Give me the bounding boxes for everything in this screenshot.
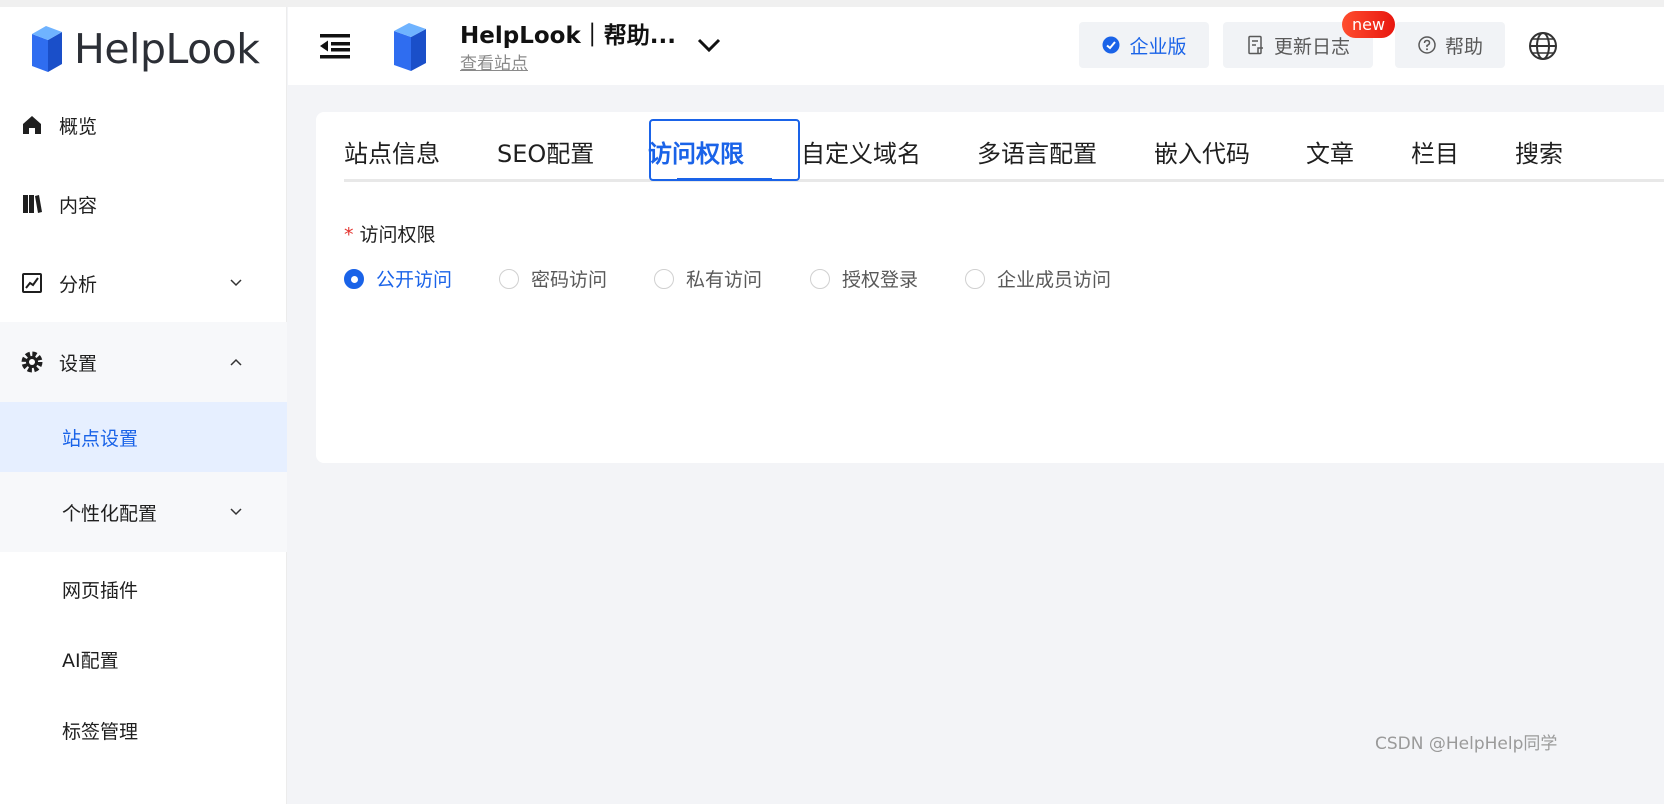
- sidebar-subitem-label: AI配置: [62, 649, 119, 672]
- sidebar-subitem-personalization[interactable]: 个性化配置: [0, 472, 287, 552]
- sidebar-subitem-label: 站点设置: [62, 427, 139, 450]
- sidebar-item-analytics[interactable]: 分析: [0, 263, 287, 303]
- sidebar-item-overview[interactable]: 概览: [0, 105, 287, 145]
- sidebar-item-label: 概览: [59, 115, 98, 138]
- active-tab-indicator: [677, 178, 772, 181]
- sidebar-subitem-ai-config[interactable]: AI配置: [0, 639, 287, 679]
- site-title: HelpLook｜帮助...: [460, 23, 676, 49]
- radio-label: 公开访问: [376, 269, 453, 291]
- enterprise-edition-button[interactable]: 企业版: [1079, 22, 1209, 68]
- radio-dot: [499, 268, 519, 289]
- radio-dot: [654, 268, 674, 289]
- radio-label: 企业成员访问: [997, 269, 1112, 291]
- top-header: HelpLook｜帮助... 查看站点 企业版 更新日志 new 帮助: [288, 7, 1664, 85]
- site-switch-chevron-icon[interactable]: [696, 35, 722, 55]
- sidebar-item-content[interactable]: 内容: [0, 184, 287, 224]
- document-icon: [1246, 35, 1266, 55]
- home-icon: [20, 113, 44, 137]
- tab-search[interactable]: 搜索: [1515, 134, 1563, 169]
- helplook-logo-icon: [32, 26, 62, 72]
- radio-dot: [965, 268, 985, 289]
- tab-columns[interactable]: 栏目: [1411, 134, 1459, 169]
- question-circle-icon: [1417, 35, 1437, 55]
- tab-articles[interactable]: 文章: [1306, 134, 1354, 169]
- book-icon: [20, 192, 44, 216]
- tab-access-permission[interactable]: 访问权限: [648, 134, 744, 169]
- radio-dot: [344, 268, 364, 289]
- brand-name: HelpLook: [74, 25, 260, 73]
- new-badge: new: [1342, 11, 1396, 38]
- help-button[interactable]: 帮助: [1395, 22, 1505, 68]
- chevron-down-icon: [230, 279, 242, 287]
- access-permission-label-text: 访问权限: [359, 224, 436, 246]
- gear-icon: [20, 350, 44, 374]
- tab-custom-domain[interactable]: 自定义域名: [801, 134, 921, 169]
- chevron-down-icon: [230, 508, 242, 516]
- radio-dot: [810, 268, 830, 289]
- sidebar-subitem-label: 标签管理: [62, 720, 139, 743]
- watermark: CSDN @HelpHelp同学: [1375, 734, 1558, 754]
- changelog-label: 更新日志: [1273, 35, 1350, 58]
- radio-public-access[interactable]: 公开访问: [344, 265, 452, 292]
- required-mark: *: [344, 224, 354, 246]
- chevron-up-icon: [230, 358, 242, 366]
- sidebar: HelpLook 概览 内容 分析 设置 站点设置 个性化配置 网页插件 AI配…: [0, 7, 287, 804]
- globe-icon[interactable]: [1528, 31, 1558, 61]
- radio-enterprise-member-access[interactable]: 企业成员访问: [965, 265, 1111, 292]
- sidebar-item-label: 分析: [59, 273, 98, 296]
- tab-seo[interactable]: SEO配置: [497, 134, 594, 169]
- sidebar-subitem-site-settings[interactable]: 站点设置: [0, 402, 287, 472]
- radio-private-access[interactable]: 私有访问: [654, 265, 762, 292]
- settings-card: 站点信息 SEO配置 访问权限 自定义域名 多语言配置 嵌入代码 文章 栏目 搜…: [316, 112, 1664, 463]
- sidebar-subitem-tag-management[interactable]: 标签管理: [0, 710, 287, 750]
- tab-site-info[interactable]: 站点信息: [344, 134, 440, 169]
- settings-tabs: 站点信息 SEO配置 访问权限 自定义域名 多语言配置 嵌入代码 文章 栏目 搜…: [344, 112, 1664, 182]
- access-permission-label: * 访问权限: [344, 220, 436, 247]
- radio-label: 私有访问: [686, 269, 763, 291]
- sidebar-subitem-label: 网页插件: [62, 579, 139, 602]
- sidebar-item-label: 内容: [59, 194, 98, 217]
- site-logo-icon: [394, 23, 426, 71]
- tab-embed-code[interactable]: 嵌入代码: [1154, 134, 1250, 169]
- radio-label: 密码访问: [531, 269, 608, 291]
- sidebar-subitem-web-plugin[interactable]: 网页插件: [0, 569, 287, 609]
- help-label: 帮助: [1444, 35, 1483, 58]
- sidebar-item-label: 设置: [59, 352, 98, 375]
- tab-multilanguage[interactable]: 多语言配置: [977, 134, 1097, 169]
- radio-authorized-login[interactable]: 授权登录: [810, 265, 918, 292]
- chart-icon: [20, 271, 44, 295]
- view-site-link[interactable]: 查看站点: [460, 49, 528, 74]
- check-circle-icon: [1101, 35, 1121, 55]
- window-top-strip: [0, 0, 1664, 7]
- sidebar-subitem-label: 个性化配置: [62, 502, 158, 525]
- enterprise-edition-label: 企业版: [1129, 35, 1187, 58]
- sidebar-item-settings[interactable]: 设置: [0, 322, 287, 402]
- brand-logo[interactable]: HelpLook: [28, 19, 260, 79]
- radio-label: 授权登录: [842, 269, 919, 291]
- collapse-menu-icon[interactable]: [320, 33, 350, 59]
- radio-password-access[interactable]: 密码访问: [499, 265, 607, 292]
